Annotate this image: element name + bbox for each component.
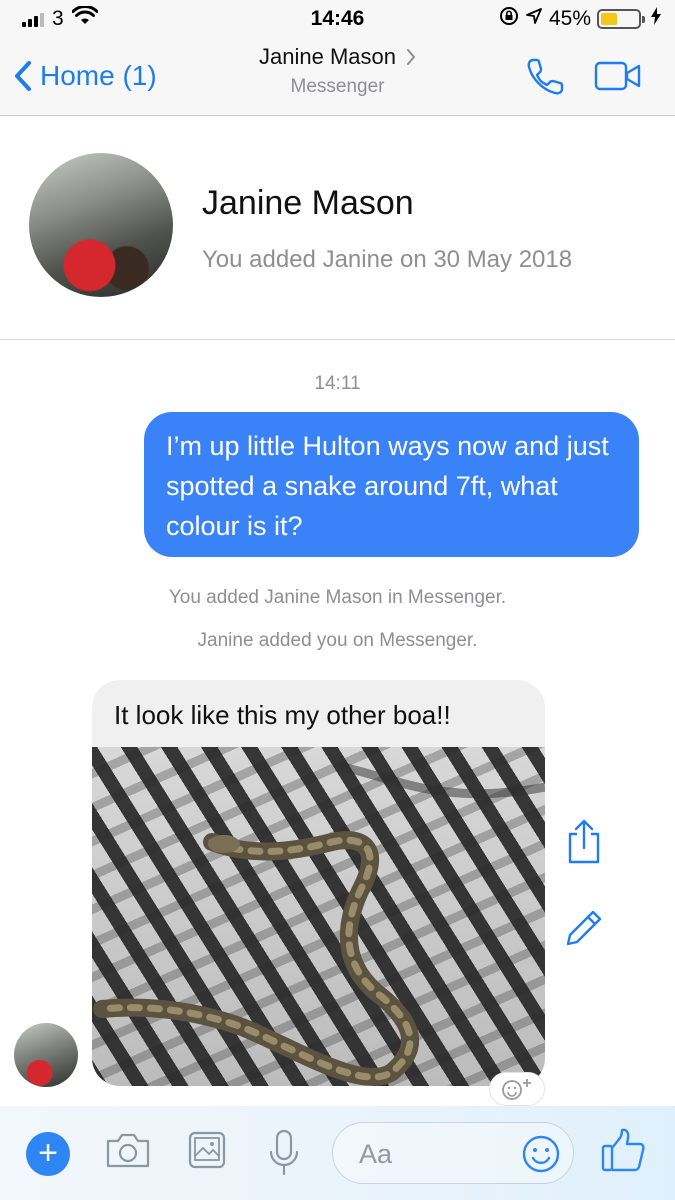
edit-pencil-icon xyxy=(566,910,602,946)
emoji-icon xyxy=(522,1135,560,1173)
add-reaction-icon xyxy=(502,1079,531,1100)
thumbs-up-icon xyxy=(601,1128,645,1172)
contact-name: Janine Mason xyxy=(259,44,396,69)
contact-subtitle: Messenger xyxy=(290,76,385,97)
contact-avatar[interactable] xyxy=(29,153,173,297)
message-timestamp: 14:11 xyxy=(314,373,361,394)
video-camera-icon xyxy=(594,61,641,91)
battery-icon xyxy=(597,9,645,29)
status-bar: 3 14:46 45% xyxy=(0,0,675,38)
share-button[interactable] xyxy=(564,818,604,871)
microphone-icon xyxy=(269,1129,299,1176)
chevron-right-icon xyxy=(406,49,416,65)
contact-profile: Janine Mason You added Janine on 30 May … xyxy=(0,116,675,340)
system-message: Janine added you on Messenger. xyxy=(197,630,478,651)
edit-button[interactable] xyxy=(562,906,606,955)
gallery-button[interactable] xyxy=(186,1128,228,1177)
location-icon xyxy=(525,7,543,31)
battery-percent: 45% xyxy=(548,7,591,30)
system-message: You added Janine Mason in Messenger. xyxy=(168,587,507,608)
plus-button[interactable]: + xyxy=(26,1132,70,1176)
status-right: 45% xyxy=(499,6,661,32)
charging-icon xyxy=(651,7,661,31)
add-reaction-button[interactable] xyxy=(489,1072,545,1106)
sender-avatar[interactable] xyxy=(14,1023,78,1087)
camera-icon xyxy=(106,1133,150,1168)
share-icon xyxy=(568,819,600,864)
rotation-lock-icon xyxy=(499,6,519,32)
camera-button[interactable] xyxy=(104,1128,152,1177)
incoming-message-bubble[interactable]: It look like this my other boa!! xyxy=(92,680,545,1086)
message-input[interactable] xyxy=(359,1135,509,1173)
contact-title[interactable]: Janine Mason Messenger xyxy=(0,44,675,98)
message-field[interactable] xyxy=(332,1122,574,1184)
profile-name: Janine Mason xyxy=(202,184,414,222)
video-call-button[interactable] xyxy=(594,60,642,97)
snake-photo[interactable] xyxy=(92,747,545,1086)
gallery-icon xyxy=(188,1131,226,1169)
profile-added-text: You added Janine on 30 May 2018 xyxy=(202,246,573,273)
conversation-header: Home (1) Janine Mason Messenger xyxy=(0,38,675,116)
outgoing-message-bubble[interactable]: I’m up little Hulton ways now and just s… xyxy=(144,412,639,557)
like-button[interactable] xyxy=(600,1126,646,1179)
incoming-message-text: It look like this my other boa!! xyxy=(114,700,451,730)
outgoing-message-text: I’m up little Hulton ways now and just s… xyxy=(166,431,609,541)
plus-icon: + xyxy=(38,1134,58,1172)
message-composer: + xyxy=(0,1106,675,1200)
emoji-button[interactable] xyxy=(521,1134,561,1179)
voice-call-button[interactable] xyxy=(524,56,566,103)
microphone-button[interactable] xyxy=(266,1128,302,1183)
phone-icon xyxy=(527,58,564,95)
